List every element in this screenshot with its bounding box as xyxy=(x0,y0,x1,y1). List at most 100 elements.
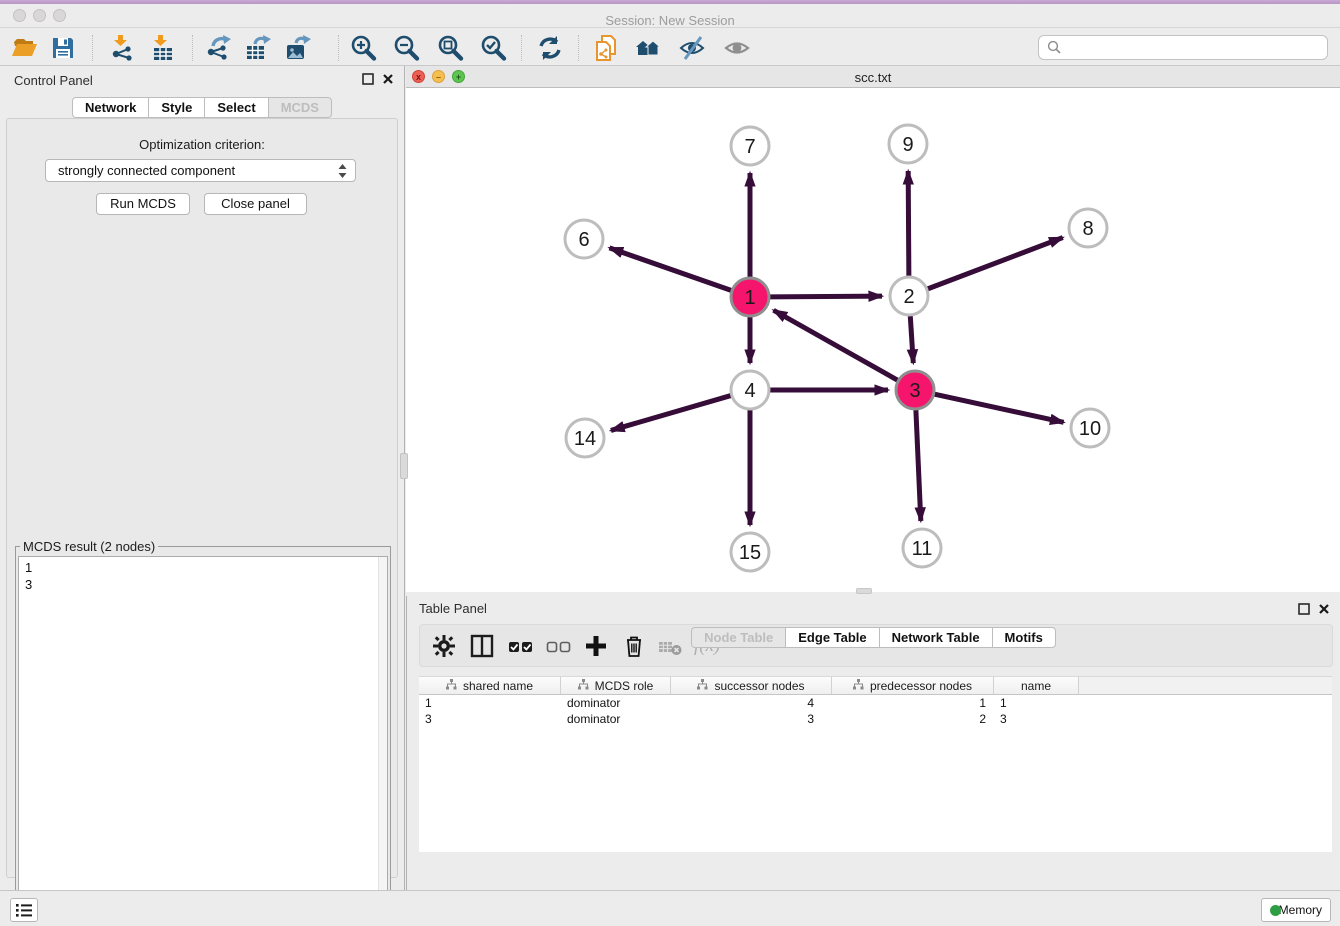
tab-motifs[interactable]: Motifs xyxy=(992,627,1056,648)
graph-edge-3-11[interactable] xyxy=(916,410,921,521)
svg-text:7: 7 xyxy=(744,136,755,158)
zoom-in-icon[interactable] xyxy=(349,34,377,62)
svg-text:2: 2 xyxy=(903,286,914,308)
toolbar-separator xyxy=(192,35,193,61)
graph-node-4[interactable]: 4 xyxy=(731,371,769,409)
main-toolbar xyxy=(0,28,1340,66)
memory-status-dot xyxy=(1270,905,1281,916)
tab-select[interactable]: Select xyxy=(204,97,267,118)
horizontal-splitter-handle[interactable] xyxy=(856,588,872,594)
control-panel: Control Panel Network Style Select MCDS … xyxy=(0,66,405,890)
memory-button[interactable]: Memory xyxy=(1261,898,1331,922)
task-history-button[interactable] xyxy=(10,898,38,922)
optimization-criterion-label: Optimization criterion: xyxy=(7,137,397,152)
tab-mcds[interactable]: MCDS xyxy=(268,97,332,118)
zoom-selected-icon[interactable] xyxy=(479,34,507,62)
graph-edge-2-3[interactable] xyxy=(910,316,913,363)
svg-text:4: 4 xyxy=(744,380,755,402)
network-window-titlebar: x – + scc.txt xyxy=(406,66,1340,88)
criterion-value: strongly connected component xyxy=(58,163,235,178)
zoom-fit-icon[interactable] xyxy=(436,34,464,62)
graph-node-6[interactable]: 6 xyxy=(565,220,603,258)
graph-node-1[interactable]: 1 xyxy=(731,278,769,316)
svg-text:14: 14 xyxy=(574,428,596,450)
mcds-result-text: 1 3 xyxy=(25,559,32,593)
hide-selected-icon[interactable] xyxy=(678,34,706,62)
table-panel: Table Panel f(x) share xyxy=(406,596,1340,890)
svg-text:10: 10 xyxy=(1079,418,1101,440)
vertical-splitter-handle[interactable] xyxy=(400,453,408,479)
svg-text:1: 1 xyxy=(744,287,755,309)
tab-edge-table[interactable]: Edge Table xyxy=(785,627,878,648)
export-network-icon[interactable] xyxy=(204,34,232,62)
graph-node-2[interactable]: 2 xyxy=(890,277,928,315)
run-mcds-button[interactable]: Run MCDS xyxy=(96,193,190,215)
search-icon xyxy=(1047,40,1062,60)
svg-text:9: 9 xyxy=(902,134,913,156)
toolbar-separator xyxy=(578,35,579,61)
table-tabs: Node Table Edge Table Network Table Moti… xyxy=(407,627,1340,887)
graph-node-14[interactable]: 14 xyxy=(566,419,604,457)
list-icon xyxy=(15,901,33,919)
tab-style[interactable]: Style xyxy=(148,97,204,118)
memory-label: Memory xyxy=(1279,903,1322,917)
close-panel-button[interactable]: Close panel xyxy=(204,193,307,215)
graph-node-9[interactable]: 9 xyxy=(889,125,927,163)
svg-text:3: 3 xyxy=(909,380,920,402)
network-view-window: x – + scc.txt 7 9 6 8 1 2 4 3 14 10 15 11 xyxy=(406,66,1340,592)
float-panel-icon[interactable] xyxy=(1298,602,1310,614)
control-panel-tabs: Network Style Select MCDS xyxy=(0,97,404,118)
graph-edge-3-10[interactable] xyxy=(935,394,1064,422)
graph-edge-1-6[interactable] xyxy=(609,248,731,290)
show-all-icon[interactable] xyxy=(723,34,751,62)
save-icon[interactable] xyxy=(49,34,77,62)
export-image-icon[interactable] xyxy=(283,34,311,62)
graph-node-3[interactable]: 3 xyxy=(896,371,934,409)
control-panel-title: Control Panel xyxy=(14,73,93,88)
close-panel-icon[interactable] xyxy=(1318,602,1330,614)
graph-edge-2-8[interactable] xyxy=(928,238,1063,289)
svg-text:15: 15 xyxy=(739,542,761,564)
graph-node-15[interactable]: 15 xyxy=(731,533,769,571)
import-table-icon[interactable] xyxy=(149,34,177,62)
duplicate-network-icon[interactable] xyxy=(592,34,620,62)
close-panel-icon[interactable] xyxy=(382,72,394,84)
window-title: Session: New Session xyxy=(0,13,1340,28)
import-network-icon[interactable] xyxy=(109,34,137,62)
tab-network-table[interactable]: Network Table xyxy=(879,627,992,648)
svg-text:8: 8 xyxy=(1082,218,1093,240)
graph-edge-2-9[interactable] xyxy=(908,171,909,276)
graph-node-8[interactable]: 8 xyxy=(1069,209,1107,247)
open-folder-icon[interactable] xyxy=(10,34,38,62)
network-title: scc.txt xyxy=(406,70,1340,85)
toolbar-separator xyxy=(521,35,522,61)
criterion-dropdown[interactable]: strongly connected component xyxy=(45,159,356,182)
mcds-result-area[interactable]: 1 3 xyxy=(18,556,388,908)
table-panel-title: Table Panel xyxy=(419,601,487,616)
toolbar-separator xyxy=(92,35,93,61)
graph-node-10[interactable]: 10 xyxy=(1071,409,1109,447)
app-titlebar: Session: New Session xyxy=(0,4,1340,28)
float-panel-icon[interactable] xyxy=(362,72,374,84)
graph-node-11[interactable]: 11 xyxy=(903,529,941,567)
tab-node-table[interactable]: Node Table xyxy=(691,627,785,648)
status-bar: Memory xyxy=(0,890,1340,926)
network-graph[interactable]: 7 9 6 8 1 2 4 3 14 10 15 11 xyxy=(406,88,1340,592)
toolbar-separator xyxy=(338,35,339,61)
svg-text:11: 11 xyxy=(912,538,933,560)
first-neighbors-icon[interactable] xyxy=(634,34,662,62)
refresh-icon[interactable] xyxy=(536,34,564,62)
mcds-panel: Optimization criterion: strongly connect… xyxy=(6,118,398,878)
result-scrollbar[interactable] xyxy=(378,557,387,907)
graph-edge-3-1[interactable] xyxy=(774,310,898,380)
svg-text:6: 6 xyxy=(578,229,589,251)
mcds-result-title: MCDS result (2 nodes) xyxy=(20,539,158,554)
graph-edge-1-2[interactable] xyxy=(770,296,882,297)
zoom-out-icon[interactable] xyxy=(392,34,420,62)
export-table-icon[interactable] xyxy=(243,34,271,62)
graph-edge-4-14[interactable] xyxy=(611,396,731,431)
mcds-result-box: MCDS result (2 nodes) 1 3 xyxy=(15,539,391,917)
tab-network[interactable]: Network xyxy=(72,97,148,118)
search-input[interactable] xyxy=(1038,35,1328,60)
graph-node-7[interactable]: 7 xyxy=(731,127,769,165)
